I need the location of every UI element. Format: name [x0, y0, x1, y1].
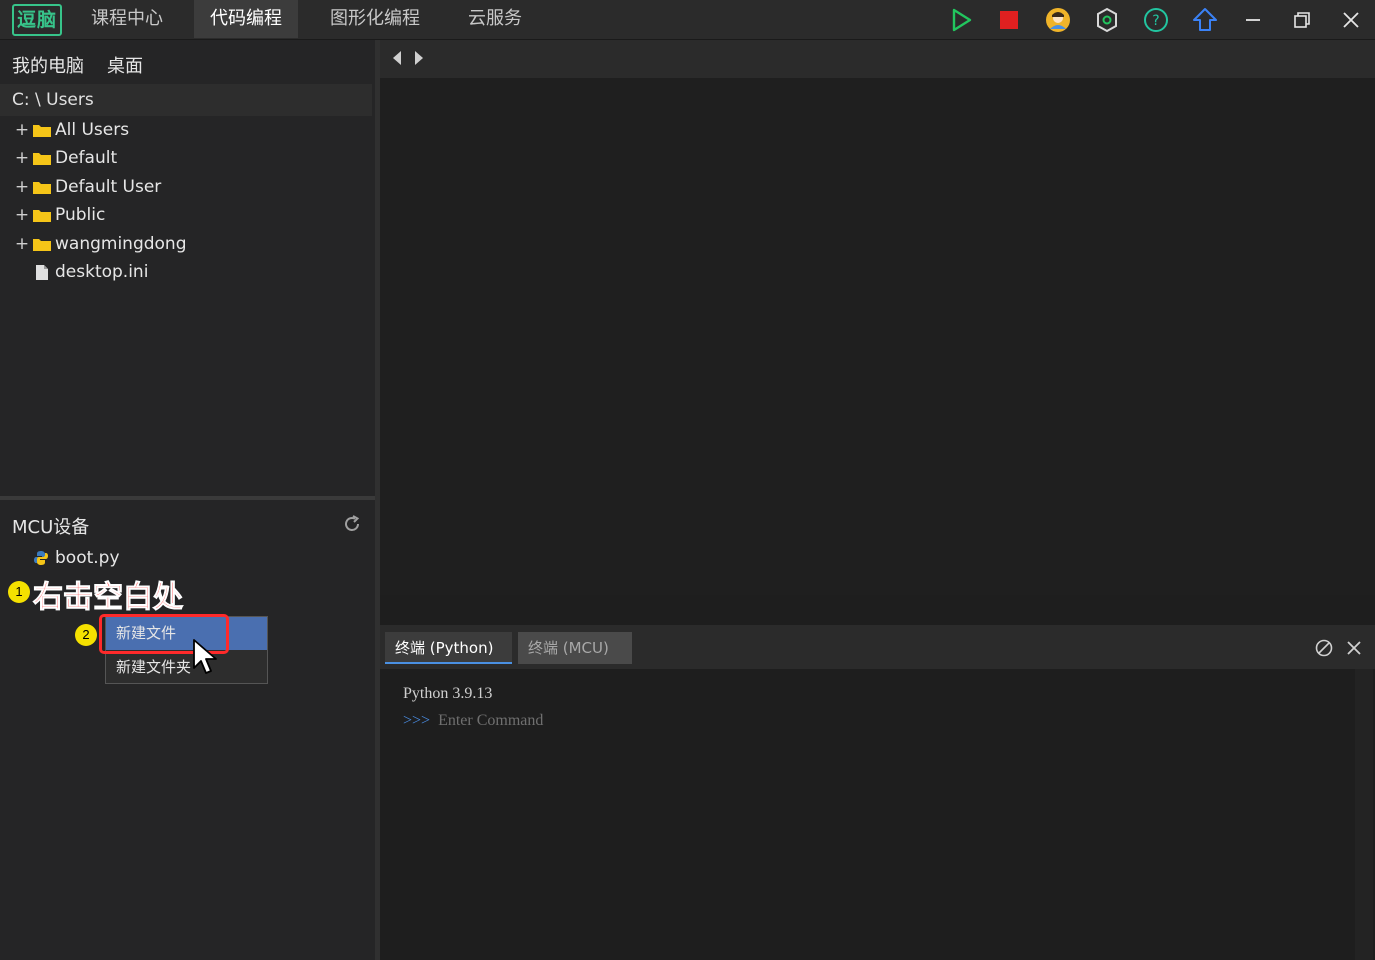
- stop-icon[interactable]: [994, 5, 1024, 35]
- user-avatar-icon[interactable]: [1043, 5, 1073, 35]
- terminal-version-line: Python 3.9.13: [403, 685, 493, 702]
- restore-icon[interactable]: [1287, 5, 1317, 35]
- folder-icon: [33, 153, 51, 165]
- folder-icon: [33, 182, 51, 194]
- tab-terminal-python[interactable]: 终端 (Python): [385, 632, 512, 664]
- tree-item-folder[interactable]: + All Users: [14, 117, 129, 143]
- mouse-cursor-icon: [192, 638, 220, 678]
- nav-tab-graphical[interactable]: 图形化编程: [314, 0, 436, 38]
- location-tab-my-computer[interactable]: 我的电脑: [12, 52, 84, 78]
- terminal-prompt: >>>: [403, 712, 431, 729]
- clear-terminal-icon[interactable]: [1315, 639, 1333, 657]
- terminal-area: 终端 (Python) 终端 (MCU) Python 3.9.13 >>> E…: [380, 595, 1375, 960]
- tree-item-label: All Users: [55, 120, 130, 140]
- nav-tab-cloud[interactable]: 云服务: [452, 0, 538, 38]
- minimize-icon[interactable]: [1238, 5, 1268, 35]
- folder-icon: [33, 210, 51, 222]
- close-icon[interactable]: [1336, 5, 1366, 35]
- editor-tab-bar: [380, 40, 1375, 78]
- file-icon: [36, 264, 48, 280]
- settings-hex-icon[interactable]: [1092, 5, 1122, 35]
- tree-item-file[interactable]: desktop.ini: [14, 259, 148, 285]
- tree-item-label: Default User: [55, 177, 162, 197]
- tree-item-label: wangmingdong: [55, 234, 187, 254]
- nav-tab-courses[interactable]: 课程中心: [75, 0, 179, 38]
- expand-plus-icon[interactable]: +: [14, 177, 30, 197]
- svg-text:?: ?: [1152, 13, 1159, 29]
- tree-item-folder[interactable]: + wangmingdong: [14, 231, 187, 257]
- expand-plus-icon[interactable]: +: [14, 148, 30, 168]
- close-terminal-icon[interactable]: [1345, 639, 1363, 657]
- folder-icon: [33, 239, 51, 251]
- tab-scroll-right-icon[interactable]: [412, 49, 426, 67]
- mcu-section-title: MCU设备: [12, 517, 90, 538]
- terminal-scrollbar[interactable]: [1355, 669, 1373, 960]
- expand-plus-icon[interactable]: +: [14, 120, 30, 140]
- expand-plus-icon[interactable]: +: [14, 234, 30, 254]
- location-tab-desktop[interactable]: 桌面: [107, 52, 143, 78]
- context-menu-new-folder[interactable]: 新建文件夹: [106, 651, 267, 684]
- run-icon[interactable]: [946, 5, 976, 35]
- tree-item-label: Public: [55, 205, 106, 225]
- tree-item-label: desktop.ini: [55, 262, 149, 282]
- tab-scroll-left-icon[interactable]: [390, 49, 404, 67]
- upload-icon[interactable]: [1190, 5, 1220, 35]
- step-badge-2: 2: [75, 624, 97, 646]
- terminal-command-line[interactable]: >>> Enter Command: [403, 712, 543, 730]
- tree-item-folder[interactable]: + Default: [14, 145, 117, 171]
- refresh-icon[interactable]: [342, 514, 362, 534]
- tab-terminal-mcu[interactable]: 终端 (MCU): [518, 632, 632, 664]
- help-icon[interactable]: ?: [1141, 5, 1171, 35]
- mcu-file-item[interactable]: boot.py: [33, 548, 120, 568]
- tree-item-folder[interactable]: + Default User: [14, 174, 161, 200]
- section-divider[interactable]: [0, 496, 375, 500]
- title-bar: 逗脑 课程中心 代码编程 图形化编程 云服务 ?: [0, 0, 1375, 40]
- breadcrumb: C: \ Users: [0, 84, 372, 116]
- editor-body[interactable]: [380, 78, 1375, 595]
- annotation-text: 右击空白处: [33, 580, 184, 616]
- tree-item-folder[interactable]: + Public: [14, 202, 105, 228]
- terminal-command-input[interactable]: Enter Command: [438, 712, 543, 730]
- file-browser-pane: 我的电脑 桌面 C: \ Users + All Users + Default…: [0, 40, 375, 960]
- editor-area: [380, 40, 1375, 595]
- terminal-tab-bar: 终端 (Python) 终端 (MCU): [380, 625, 1375, 669]
- terminal-output[interactable]: Python 3.9.13 >>> Enter Command: [380, 669, 1355, 960]
- nav-tab-code[interactable]: 代码编程: [194, 0, 298, 38]
- mcu-file-label: boot.py: [55, 548, 120, 568]
- step-badge-1: 1: [8, 581, 30, 603]
- location-tabs: 我的电脑 桌面: [0, 40, 375, 84]
- app-logo: 逗脑: [12, 4, 62, 36]
- expand-plus-icon[interactable]: +: [14, 205, 30, 225]
- folder-icon: [33, 125, 51, 137]
- tree-item-label: Default: [55, 148, 118, 168]
- python-icon: [34, 551, 48, 565]
